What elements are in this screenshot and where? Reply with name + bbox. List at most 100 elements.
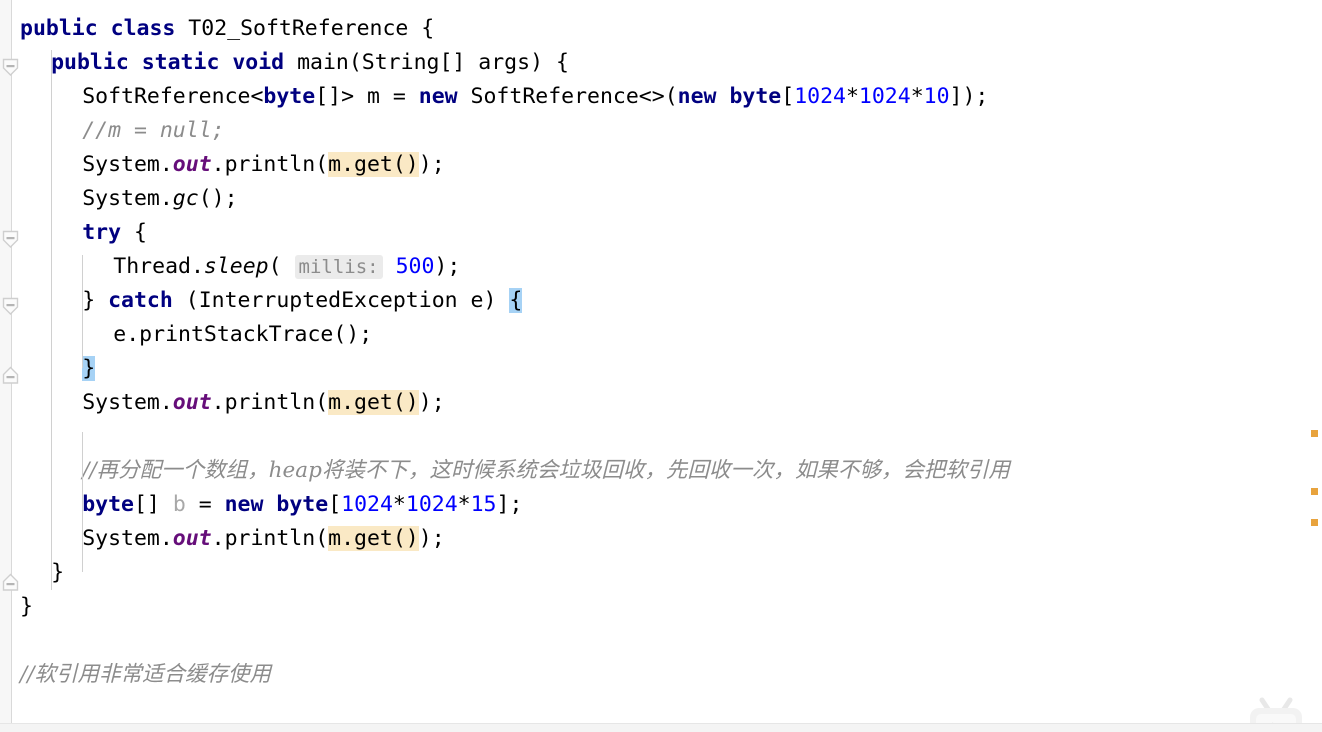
code-token: SoftReference< xyxy=(82,84,264,109)
code-line[interactable]: try { xyxy=(82,216,147,250)
code-token: main(String[] args) { xyxy=(284,50,569,75)
code-token: SoftReference<>( xyxy=(457,84,678,109)
static-field-token: out xyxy=(172,152,212,177)
code-token: e.printStackTrace(); xyxy=(113,322,373,347)
matching-brace-token: { xyxy=(509,288,523,313)
code-line[interactable]: } xyxy=(20,590,33,624)
keyword-token: class xyxy=(110,16,176,41)
code-token: [ xyxy=(781,84,795,109)
code-line[interactable]: e.printStackTrace(); xyxy=(113,318,372,352)
highlighted-usage-token: m.get() xyxy=(328,526,419,551)
code-line[interactable]: //软引用非常适合缓存使用 xyxy=(20,658,271,692)
code-token: * xyxy=(392,492,406,517)
keyword-token: byte xyxy=(263,84,316,109)
editor-bottom-edge xyxy=(0,723,1322,732)
indent-guide xyxy=(82,323,84,368)
code-text-surface[interactable]: public class T02_SoftReference {public s… xyxy=(12,0,1322,732)
code-line[interactable]: byte[] b = new byte[1024*1024*15]; xyxy=(82,488,522,522)
keyword-token: byte xyxy=(82,492,134,517)
keyword-token: byte xyxy=(276,492,329,517)
number-token: 15 xyxy=(470,492,497,517)
keyword-token: void xyxy=(232,50,285,75)
code-token: ); xyxy=(434,254,461,279)
code-token: .println( xyxy=(211,526,329,551)
code-token: (); xyxy=(198,186,238,211)
static-field-token: out xyxy=(172,526,212,551)
keyword-token: catch xyxy=(108,288,173,313)
method-token: sleep xyxy=(203,254,269,279)
keyword-token: new xyxy=(418,84,458,109)
code-token: System. xyxy=(82,152,173,177)
code-token: T02_SoftReference { xyxy=(175,16,435,41)
code-line[interactable]: //再分配一个数组，heap将装不下，这时候系统会垃圾回收，先回收一次，如果不够… xyxy=(82,454,1010,488)
code-token: ); xyxy=(418,390,445,415)
code-token: System. xyxy=(82,526,173,551)
code-line[interactable]: } xyxy=(51,556,64,590)
number-token: 1024 xyxy=(405,492,458,517)
code-line[interactable]: public static void main(String[] args) { xyxy=(51,46,569,80)
code-editor[interactable]: public class T02_SoftReference {public s… xyxy=(0,0,1322,732)
number-token: 1024 xyxy=(794,84,846,109)
code-token: ); xyxy=(418,152,445,177)
code-line[interactable]: } catch (InterruptedException e) { xyxy=(82,284,523,318)
number-token: 1024 xyxy=(858,84,911,109)
fold-collapse-icon[interactable] xyxy=(1,297,20,316)
code-line[interactable]: System.gc(); xyxy=(82,182,237,216)
code-token: .println( xyxy=(211,152,329,177)
keyword-token: public xyxy=(20,16,98,41)
keyword-token: byte xyxy=(729,84,782,109)
code-token: (InterruptedException e) xyxy=(172,288,510,313)
comment-token: //再分配一个数组，heap将装不下，这时候系统会垃圾回收，先回收一次，如果不够… xyxy=(82,458,1010,483)
fold-region-end-icon[interactable] xyxy=(1,573,20,592)
static-field-token: out xyxy=(172,390,212,415)
code-token: * xyxy=(910,84,924,109)
code-token: { xyxy=(121,220,147,245)
error-stripe-warning-marker[interactable] xyxy=(1311,519,1318,526)
code-token: } xyxy=(20,594,33,619)
code-line[interactable]: Thread.sleep( millis: 500); xyxy=(113,250,460,284)
error-stripe-scrollbar[interactable] xyxy=(1309,0,1322,732)
code-token: System. xyxy=(82,390,173,415)
code-line[interactable]: System.out.println(m.get()); xyxy=(82,522,445,556)
code-token: Thread. xyxy=(113,254,204,279)
matching-brace-token: } xyxy=(82,356,96,381)
highlighted-usage-token: m.get() xyxy=(328,152,419,177)
code-token: } xyxy=(51,560,65,585)
keyword-token: static xyxy=(141,50,220,75)
number-token: 500 xyxy=(395,254,435,279)
code-line[interactable]: //m = null; xyxy=(82,114,224,148)
code-token: ); xyxy=(418,526,445,551)
code-token: .println( xyxy=(211,390,329,415)
error-stripe-warning-marker[interactable] xyxy=(1311,430,1318,437)
number-token: 10 xyxy=(923,84,950,109)
code-line[interactable]: public class T02_SoftReference { xyxy=(20,12,434,46)
code-token: ]); xyxy=(949,84,989,109)
code-token: [ xyxy=(328,492,342,517)
code-line[interactable]: System.out.println(m.get()); xyxy=(82,148,445,182)
comment-token: //软引用非常适合缓存使用 xyxy=(20,662,271,687)
unused-variable-token: b xyxy=(172,492,186,517)
fold-collapse-icon[interactable] xyxy=(1,58,20,77)
parameter-hint-inlay: millis: xyxy=(294,255,383,279)
method-token: gc xyxy=(172,186,199,211)
indent-guide xyxy=(82,432,84,572)
highlighted-usage-token: m.get() xyxy=(328,390,419,415)
code-line[interactable]: } xyxy=(82,352,96,386)
keyword-token: new xyxy=(224,492,264,517)
code-line[interactable]: System.out.println(m.get()); xyxy=(82,386,445,420)
indent-guide xyxy=(51,50,53,590)
fold-collapse-icon[interactable] xyxy=(1,230,20,249)
comment-token: //m = null; xyxy=(82,118,225,143)
error-stripe-warning-marker[interactable] xyxy=(1311,488,1318,495)
keyword-token: new xyxy=(677,84,717,109)
code-token: } xyxy=(82,288,109,313)
code-line[interactable]: SoftReference<byte[]> m = new SoftRefere… xyxy=(82,80,988,114)
keyword-token: public xyxy=(51,50,129,75)
fold-region-end-icon[interactable] xyxy=(1,366,20,385)
